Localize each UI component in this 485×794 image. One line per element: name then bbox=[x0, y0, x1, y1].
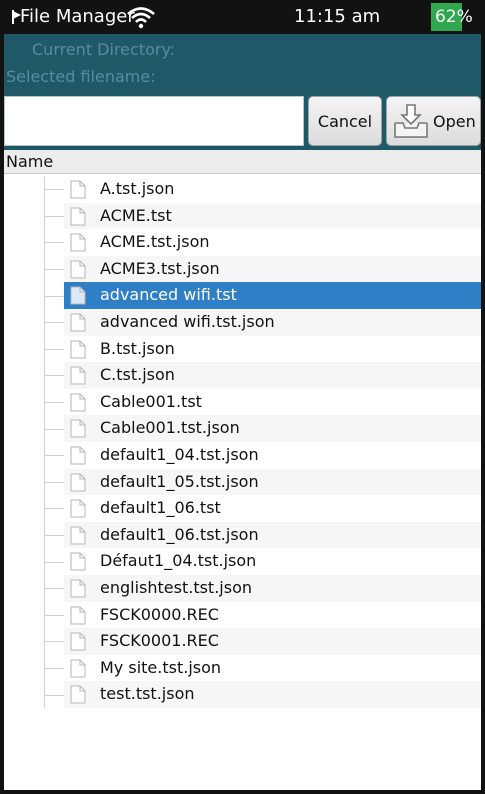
file-row[interactable]: default1_05.tst.json bbox=[4, 468, 481, 496]
file-row[interactable]: ACME.tst bbox=[4, 202, 481, 230]
current-directory-label: Current Directory: bbox=[32, 40, 176, 59]
wifi-icon bbox=[127, 7, 155, 29]
file-name: Cable001.tst.json bbox=[100, 418, 240, 438]
tree-connector bbox=[34, 255, 64, 283]
file-row[interactable]: Cable001.tst.json bbox=[4, 415, 481, 442]
cancel-label: Cancel bbox=[317, 111, 373, 131]
file-row[interactable]: advanced wifi.tst bbox=[4, 282, 481, 309]
document-icon bbox=[70, 180, 86, 199]
file-name: ACME3.tst.json bbox=[100, 258, 220, 278]
file-row[interactable]: Cable001.tst bbox=[4, 388, 481, 416]
file-row[interactable]: test.tst.json bbox=[4, 681, 481, 708]
document-icon bbox=[70, 233, 86, 252]
file-name: My site.tst.json bbox=[100, 657, 222, 677]
tree-connector bbox=[34, 202, 64, 230]
file-name: englishtest.tst.json bbox=[100, 577, 252, 597]
file-name: advanced wifi.tst bbox=[100, 285, 237, 305]
file-name: FSCK0000.REC bbox=[100, 604, 219, 624]
file-name: Cable001.tst bbox=[100, 391, 202, 411]
document-icon bbox=[70, 499, 86, 518]
tree-connector bbox=[34, 628, 64, 655]
file-name: ACME.tst.json bbox=[100, 232, 210, 252]
file-row[interactable]: My site.tst.json bbox=[4, 654, 481, 682]
file-row[interactable]: C.tst.json bbox=[4, 362, 481, 389]
battery-percent: 62% bbox=[435, 7, 473, 27]
file-name: default1_05.tst.json bbox=[100, 471, 259, 491]
column-header-name[interactable]: Name bbox=[4, 150, 481, 174]
file-name: default1_06.tst.json bbox=[100, 524, 259, 544]
tree-connector bbox=[34, 415, 64, 442]
document-icon bbox=[70, 552, 86, 571]
file-manager-window: File Manager 11:15 am 62% Current Direct… bbox=[0, 0, 485, 794]
document-icon bbox=[70, 632, 86, 651]
cancel-button[interactable]: Cancel bbox=[308, 96, 382, 146]
status-bar: File Manager 11:15 am 62% bbox=[4, 0, 481, 34]
file-list: A.tst.json ACME.tst ACME.tst.json ACME3.tst… bbox=[4, 176, 481, 708]
column-name-label: Name bbox=[6, 152, 54, 171]
document-icon bbox=[70, 473, 86, 492]
file-name: A.tst.json bbox=[100, 179, 175, 198]
tree-connector bbox=[34, 681, 64, 708]
file-row[interactable]: B.tst.json bbox=[4, 335, 481, 363]
file-row[interactable]: default1_06.tst bbox=[4, 495, 481, 522]
file-row[interactable]: default1_06.tst.json bbox=[4, 521, 481, 549]
tree-connector bbox=[34, 601, 64, 629]
selected-filename-label: Selected filename: bbox=[6, 67, 156, 86]
filename-input[interactable] bbox=[4, 96, 304, 146]
file-name: test.tst.json bbox=[100, 684, 195, 704]
file-dialog-header: Current Directory: Selected filename: Ca… bbox=[4, 34, 481, 150]
tree-connector bbox=[34, 282, 64, 309]
open-file-icon bbox=[394, 104, 428, 138]
tree-connector bbox=[34, 308, 64, 336]
tree-connector bbox=[34, 441, 64, 469]
file-row[interactable]: A.tst.json bbox=[4, 176, 481, 203]
file-row[interactable]: FSCK0001.REC bbox=[4, 628, 481, 655]
clock: 11:15 am bbox=[294, 6, 381, 27]
file-row[interactable]: Défaut1_04.tst.json bbox=[4, 548, 481, 575]
tree-connector bbox=[34, 521, 64, 549]
app-title: File Manager bbox=[20, 6, 135, 27]
document-icon bbox=[70, 419, 86, 438]
tree-connector bbox=[34, 468, 64, 496]
document-icon bbox=[70, 579, 86, 598]
document-icon bbox=[70, 659, 86, 678]
document-icon bbox=[70, 526, 86, 545]
file-name: C.tst.json bbox=[100, 365, 175, 385]
document-icon bbox=[70, 606, 86, 624]
battery-indicator: 62% bbox=[431, 3, 481, 31]
file-row[interactable]: FSCK0000.REC bbox=[4, 601, 481, 629]
file-row[interactable]: englishtest.tst.json bbox=[4, 574, 481, 602]
tree-connector bbox=[34, 495, 64, 522]
file-row[interactable]: advanced wifi.tst.json bbox=[4, 308, 481, 336]
document-icon bbox=[70, 207, 86, 226]
tree-connector bbox=[34, 176, 64, 203]
file-name: advanced wifi.tst.json bbox=[100, 311, 275, 331]
document-icon bbox=[70, 260, 86, 279]
tree-connector bbox=[34, 362, 64, 389]
file-name: B.tst.json bbox=[100, 338, 175, 358]
tree-connector bbox=[34, 229, 64, 256]
tree-connector bbox=[34, 548, 64, 575]
document-icon bbox=[70, 340, 86, 359]
file-name: default1_04.tst.json bbox=[100, 444, 259, 464]
document-icon bbox=[70, 393, 86, 412]
file-name: ACME.tst bbox=[100, 205, 172, 225]
open-button[interactable]: Open bbox=[386, 96, 481, 146]
file-name: Défaut1_04.tst.json bbox=[100, 551, 257, 571]
document-icon bbox=[70, 366, 86, 385]
tree-connector bbox=[34, 574, 64, 602]
file-row[interactable]: ACME3.tst.json bbox=[4, 255, 481, 283]
document-icon bbox=[70, 446, 86, 465]
file-name: FSCK0001.REC bbox=[100, 631, 219, 651]
file-row[interactable]: default1_04.tst.json bbox=[4, 441, 481, 469]
open-label: Open bbox=[433, 111, 476, 131]
tree-connector bbox=[34, 335, 64, 363]
document-icon bbox=[70, 286, 86, 305]
document-icon bbox=[70, 685, 86, 704]
tree-connector bbox=[34, 654, 64, 682]
document-icon bbox=[70, 313, 86, 332]
tree-connector bbox=[34, 388, 64, 416]
file-name: default1_06.tst bbox=[100, 498, 221, 518]
file-row[interactable]: ACME.tst.json bbox=[4, 229, 481, 256]
